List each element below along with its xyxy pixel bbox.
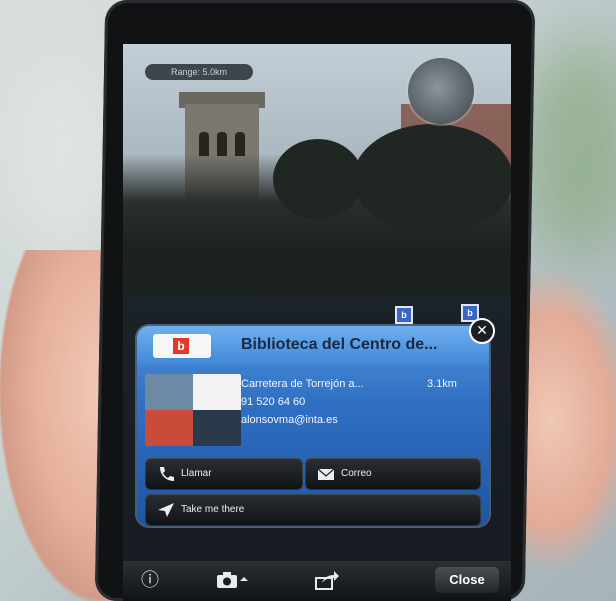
directions-button-label: Take me there <box>181 504 245 515</box>
navigation-arrow-icon <box>158 503 174 517</box>
directions-button[interactable]: Take me there <box>145 494 481 526</box>
close-button[interactable]: Close <box>435 567 499 593</box>
email-button-label: Correo <box>341 468 372 479</box>
bottom-toolbar: ⓘ Close <box>123 561 511 601</box>
email-text[interactable]: alonsovma@inta.es <box>241 414 338 426</box>
info-icon[interactable]: ⓘ <box>137 569 163 591</box>
poi-marker[interactable]: b <box>395 306 413 324</box>
place-thumbnail[interactable] <box>145 374 241 446</box>
card-title: Biblioteca del Centro de... <box>241 336 438 353</box>
call-button[interactable]: Llamar <box>145 458 303 490</box>
envelope-icon <box>317 468 335 480</box>
card-header: b Biblioteca del Centro de... <box>137 326 489 366</box>
close-card-button[interactable]: ✕ <box>469 318 495 344</box>
radar-icon <box>408 58 474 124</box>
phone-text[interactable]: 91 520 64 60 <box>241 396 305 408</box>
tree <box>273 139 363 219</box>
camera-icon[interactable] <box>215 569 249 591</box>
tree <box>353 124 511 234</box>
background-blur <box>520 40 616 260</box>
poi-detail-card: b Biblioteca del Centro de... ✕ Carreter… <box>137 318 495 526</box>
call-button-label: Llamar <box>181 468 212 479</box>
share-icon[interactable] <box>313 569 339 591</box>
library-logo: b <box>153 334 211 358</box>
address-text[interactable]: Carretera de Torrejón a... <box>241 378 364 390</box>
tower-window <box>235 132 245 156</box>
email-button[interactable]: Correo <box>305 458 481 490</box>
tower-window <box>199 132 209 156</box>
distance-text: 3.1km <box>427 378 457 390</box>
app-screen: Range: 5.0km b b b Biblioteca del Centro… <box>123 44 511 601</box>
phone-icon <box>160 467 174 481</box>
range-indicator: Range: 5.0km <box>145 64 253 80</box>
logo-letter: b <box>173 338 189 354</box>
tower-window <box>217 132 227 156</box>
